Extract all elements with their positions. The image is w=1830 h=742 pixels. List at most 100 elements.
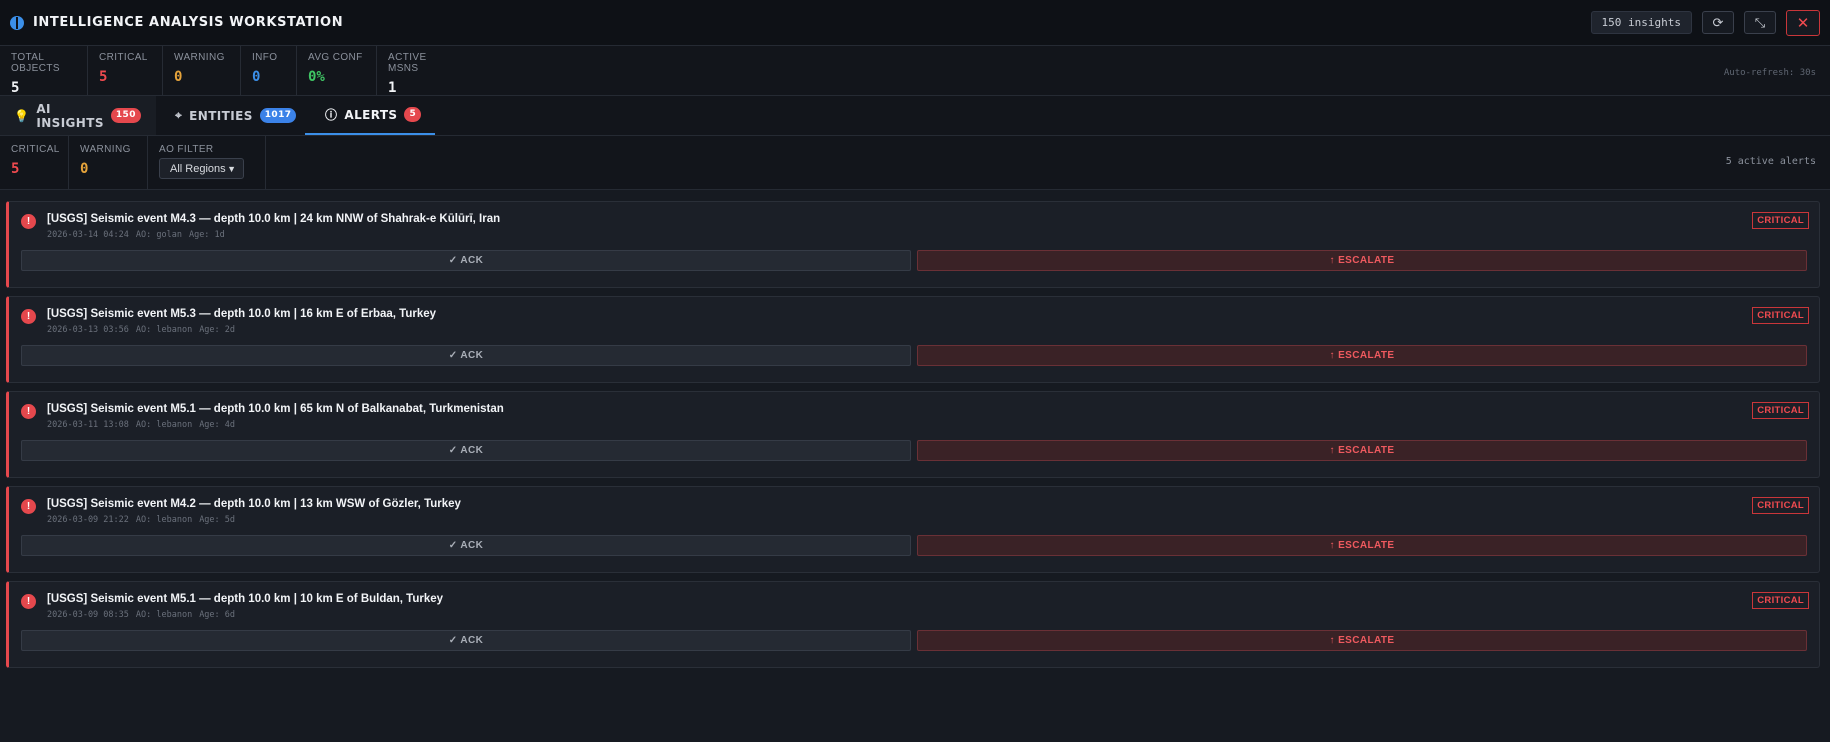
alert-actions: ✓ ACK ↑ ESCALATE (21, 250, 1807, 271)
ack-button[interactable]: ✓ ACK (21, 535, 911, 556)
ack-button[interactable]: ✓ ACK (21, 250, 911, 271)
alert-meta: 2026-03-09 21:22 AO: lebanon Age: 5d (47, 515, 1807, 525)
escalate-button[interactable]: ↑ ESCALATE (917, 630, 1807, 651)
tab-ai-insights[interactable]: 💡 AI INSIGHTS 150 (0, 96, 156, 135)
alert-time: 2026-03-09 08:35 (47, 610, 129, 620)
tab-badge: 1017 (259, 108, 297, 123)
escalate-button[interactable]: ↑ ESCALATE (917, 535, 1807, 556)
alert-actions: ✓ ACK ↑ ESCALATE (21, 630, 1807, 651)
alert-card: ! [USGS] Seismic event M4.3 — depth 10.0… (6, 201, 1820, 288)
alert-time: 2026-03-13 03:56 (47, 325, 129, 335)
tab-alerts[interactable]: ⓘ ALERTS 5 (305, 96, 435, 135)
alert-card: ! [USGS] Seismic event M4.2 — depth 10.0… (6, 486, 1820, 573)
stat-warning: WARNING 0 (163, 46, 241, 95)
stat-label: WARNING (174, 52, 225, 63)
alert-meta: 2026-03-14 04:24 AO: golan Age: 1d (47, 230, 1807, 240)
alert-ao: AO: lebanon (135, 420, 193, 430)
alert-age: Age: 1d (188, 230, 225, 240)
stat-label: TOTAL OBJECTS (11, 52, 60, 74)
stat-value: 0% (308, 69, 325, 85)
insights-count-pill: 150 insights (1590, 11, 1692, 34)
alert-critical-icon: ! (21, 499, 36, 514)
filter-label: AO FILTER (159, 144, 214, 155)
chevron-down-icon: ▼ (227, 163, 236, 174)
refresh-button[interactable]: ⟳ (1702, 11, 1734, 34)
tab-badge: 5 (404, 107, 422, 122)
filter-value: 0 (80, 161, 89, 177)
stat-value: 5 (11, 80, 20, 96)
alert-age: Age: 4d (199, 420, 236, 430)
ack-button[interactable]: ✓ ACK (21, 440, 911, 461)
brain-icon (10, 15, 24, 30)
stat-value: 5 (99, 69, 108, 85)
alert-card: ! [USGS] Seismic event M5.1 — depth 10.0… (6, 391, 1820, 478)
alert-age: Age: 5d (199, 515, 236, 525)
tab-badge: 150 (110, 108, 141, 123)
alert-title: [USGS] Seismic event M5.3 — depth 10.0 k… (47, 308, 437, 320)
stat-value: 1 (388, 80, 397, 96)
alert-icon: ⓘ (325, 108, 338, 122)
ao-filter-select[interactable]: All Regions ▼ (159, 158, 244, 179)
alert-age: Age: 2d (199, 325, 236, 335)
alerts-filter-bar: CRITICAL 5 WARNING 0 AO FILTER All Regio… (0, 136, 1830, 190)
tab-label: ALERTS (344, 107, 398, 122)
alert-title: [USGS] Seismic event M5.1 — depth 10.0 k… (47, 593, 444, 605)
escalate-button[interactable]: ↑ ESCALATE (917, 250, 1807, 271)
alert-title: [USGS] Seismic event M5.1 — depth 10.0 k… (47, 403, 504, 415)
alert-time: 2026-03-09 21:22 (47, 515, 129, 525)
filter-critical: CRITICAL 5 (0, 136, 69, 189)
stat-label: AVG CONF (308, 52, 363, 63)
alert-actions: ✓ ACK ↑ ESCALATE (21, 345, 1807, 366)
alert-age: Age: 6d (199, 610, 236, 620)
ao-filter-value: All Regions (170, 162, 226, 175)
escalate-button[interactable]: ↑ ESCALATE (917, 345, 1807, 366)
stat-label: ACTIVE MSNS (388, 52, 427, 74)
tab-label: ENTITIES (189, 108, 253, 123)
alert-time: 2026-03-11 13:08 (47, 420, 129, 430)
alert-ao: AO: lebanon (135, 515, 193, 525)
tab-entities[interactable]: ⌖ ENTITIES 1017 (156, 96, 305, 135)
ack-button[interactable]: ✓ ACK (21, 630, 911, 651)
severity-badge: CRITICAL (1752, 592, 1809, 609)
alert-title: [USGS] Seismic event M4.3 — depth 10.0 k… (47, 213, 501, 225)
alert-critical-icon: ! (21, 594, 36, 609)
stat-active-msns: ACTIVE MSNS 1 (377, 46, 467, 96)
stat-label: INFO (252, 52, 278, 63)
alert-card: ! [USGS] Seismic event M5.3 — depth 10.0… (6, 296, 1820, 383)
minimize-icon: ⤡ (1754, 14, 1766, 30)
tab-bar: 💡 AI INSIGHTS 150 ⌖ ENTITIES 1017 ⓘ ALER… (0, 96, 1830, 136)
severity-badge: CRITICAL (1752, 212, 1809, 229)
alerts-list: ! [USGS] Seismic event M4.3 — depth 10.0… (0, 190, 1830, 668)
auto-refresh-label: Auto-refresh: 30s (1723, 68, 1816, 78)
stat-avg-conf: AVG CONF 0% (297, 46, 377, 95)
filter-value: 5 (11, 161, 20, 177)
alert-card: ! [USGS] Seismic event M5.1 — depth 10.0… (6, 581, 1820, 668)
alert-critical-icon: ! (21, 309, 36, 324)
stat-label: CRITICAL (99, 52, 148, 63)
severity-badge: CRITICAL (1752, 497, 1809, 514)
app-title: INTELLIGENCE ANALYSIS WORKSTATION (33, 15, 344, 30)
alert-ao: AO: golan (135, 230, 182, 240)
filter-warning: WARNING 0 (69, 136, 148, 189)
title-bar: INTELLIGENCE ANALYSIS WORKSTATION 150 in… (0, 0, 1830, 46)
tab-label: AI INSIGHTS (36, 101, 104, 130)
alert-critical-icon: ! (21, 404, 36, 419)
alert-ao: AO: lebanon (135, 610, 193, 620)
close-button[interactable]: ✕ (1786, 9, 1820, 36)
stat-value: 0 (252, 69, 261, 85)
alert-ao: AO: lebanon (135, 325, 193, 335)
severity-badge: CRITICAL (1752, 402, 1809, 419)
alert-meta: 2026-03-11 13:08 AO: lebanon Age: 4d (47, 420, 1807, 430)
minimize-button[interactable]: ⤡ (1744, 11, 1776, 34)
stat-total-objects: TOTAL OBJECTS 5 (0, 46, 88, 96)
alert-meta: 2026-03-09 08:35 AO: lebanon Age: 6d (47, 610, 1807, 620)
alert-title: [USGS] Seismic event M4.2 — depth 10.0 k… (47, 498, 461, 510)
escalate-button[interactable]: ↑ ESCALATE (917, 440, 1807, 461)
stats-bar: TOTAL OBJECTS 5 CRITICAL 5 WARNING 0 INF… (0, 46, 1830, 96)
filter-label: WARNING (80, 144, 131, 155)
ack-button[interactable]: ✓ ACK (21, 345, 911, 366)
alert-actions: ✓ ACK ↑ ESCALATE (21, 440, 1807, 461)
crosshair-icon: ⌖ (175, 108, 183, 122)
lightbulb-icon: 💡 (14, 108, 30, 123)
stat-value: 0 (174, 69, 183, 85)
